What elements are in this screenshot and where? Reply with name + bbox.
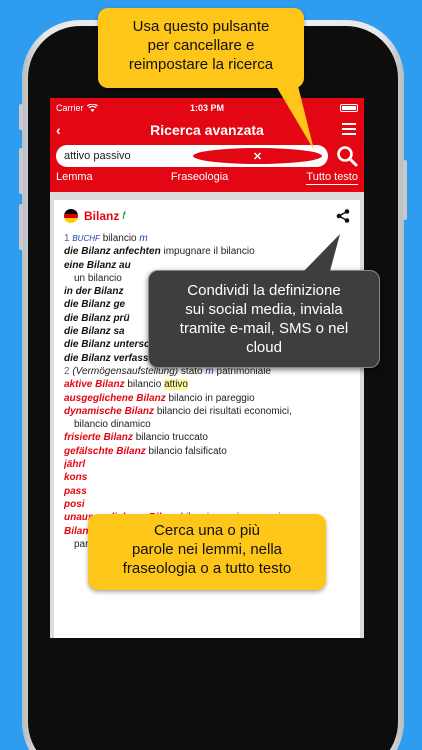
callout-line: Cerca una o più — [154, 522, 260, 539]
clear-button-callout: Usa questo pulsante per cancellare e reimp… — [98, 8, 304, 88]
search-scope-tabs: Lemma Fraseologia Tutto testo — [50, 170, 364, 192]
callout-line: Condividi la definizione — [187, 282, 341, 299]
callout-line: parole nei lemmi, nella — [131, 541, 283, 558]
headword: Bilanz — [84, 209, 120, 223]
compound-italian: bilancio falsificato — [148, 445, 227, 457]
callout-line: sui social media, inviala — [185, 301, 343, 318]
compound-row: kons — [64, 471, 350, 484]
phrase-german: die Bilanz prü — [64, 312, 130, 324]
callout-pointer-middle — [304, 234, 340, 271]
callout-line: Usa questo pulsante — [132, 18, 270, 35]
compound-italian: bilancio dinamico — [74, 419, 151, 431]
page-title: Ricerca avanzata — [150, 122, 264, 138]
compound-italian: bilancio dei risultati economici, — [156, 405, 292, 417]
compound-row: aktive Bilanz bilancio attivo — [64, 378, 350, 391]
tab-fraseologia[interactable]: Fraseologia — [171, 171, 228, 183]
callout-line: fraseologia o a tutto testo — [122, 560, 292, 577]
phrase-german: die Bilanz anfechten — [64, 246, 161, 258]
mute-switch — [19, 104, 23, 130]
compound-row: posi — [64, 498, 350, 511]
callout-line: cloud — [246, 339, 282, 356]
search-match-highlight: attivo — [164, 379, 188, 391]
compound-german: gefälschte Bilanz — [64, 445, 146, 457]
search-input-value: attivo passivo — [64, 150, 131, 162]
compound-german: ausgeglichene Bilanz — [64, 392, 166, 404]
compound-row: frisierte Bilanz bilancio truccato — [64, 431, 350, 444]
compound-italian: bilancio — [127, 379, 162, 391]
compound-row: ausgeglichene Bilanz bilancio in pareggi… — [64, 392, 350, 405]
compound-german: frisierte Bilanz — [64, 432, 133, 444]
compound-row: pass — [64, 485, 350, 498]
compound-german: jährl — [64, 459, 86, 471]
callout-line: tramite e-mail, SMS o nel — [179, 320, 349, 337]
compound-german: pass — [64, 485, 87, 497]
compound-row: bilancio dinamico — [64, 418, 350, 431]
compound-german: aktive Bilanz — [64, 379, 125, 391]
compound-german: posi — [64, 498, 85, 510]
compound-italian: bilancio truccato — [135, 432, 208, 444]
headword-gender: f — [122, 210, 126, 222]
compound-row: dynamische Bilanz bilancio dei risultati… — [64, 405, 350, 418]
phrase-german: in der Bilanz — [64, 286, 124, 298]
german-flag-icon — [64, 209, 78, 223]
callout-pointer-top — [276, 86, 314, 150]
compound-row: jährl — [64, 458, 350, 471]
callout-line: reimpostare la ricerca — [128, 56, 274, 73]
tab-tutto-testo[interactable]: Tutto testo — [306, 171, 358, 185]
headword-row: Bilanz f — [64, 206, 350, 226]
phrase-italian: un bilancio — [74, 272, 122, 284]
share-callout: Condividi la definizione sui social media… — [148, 270, 380, 368]
callout-line: per cancellare e — [147, 37, 255, 54]
back-button[interactable]: ‹ — [56, 122, 61, 138]
compound-italian: bilancio in pareggio — [168, 392, 255, 404]
phrase-german: die Bilanz ge — [64, 299, 126, 311]
phrase-german: eine Bilanz au — [64, 259, 131, 271]
phrase-german: die Bilanz sa — [64, 326, 125, 338]
compound-german: dynamische Bilanz — [64, 405, 155, 417]
tab-lemma[interactable]: Lemma — [56, 171, 93, 183]
phrase-german: die Bilanz verfassen — [64, 352, 161, 364]
search-icon[interactable] — [336, 145, 358, 167]
compound-row: gefälschte Bilanz bilancio falsificato — [64, 445, 350, 458]
volume-down-button — [19, 204, 23, 250]
search-scope-callout: Cerca una o più parole nei lemmi, nella fr… — [88, 514, 326, 590]
menu-icon[interactable] — [342, 123, 356, 138]
power-button — [403, 160, 407, 220]
share-icon[interactable] — [336, 209, 350, 223]
compound-german: kons — [64, 472, 88, 484]
volume-up-button — [19, 148, 23, 194]
phrase-italian: impugnare il bilancio — [163, 246, 255, 258]
